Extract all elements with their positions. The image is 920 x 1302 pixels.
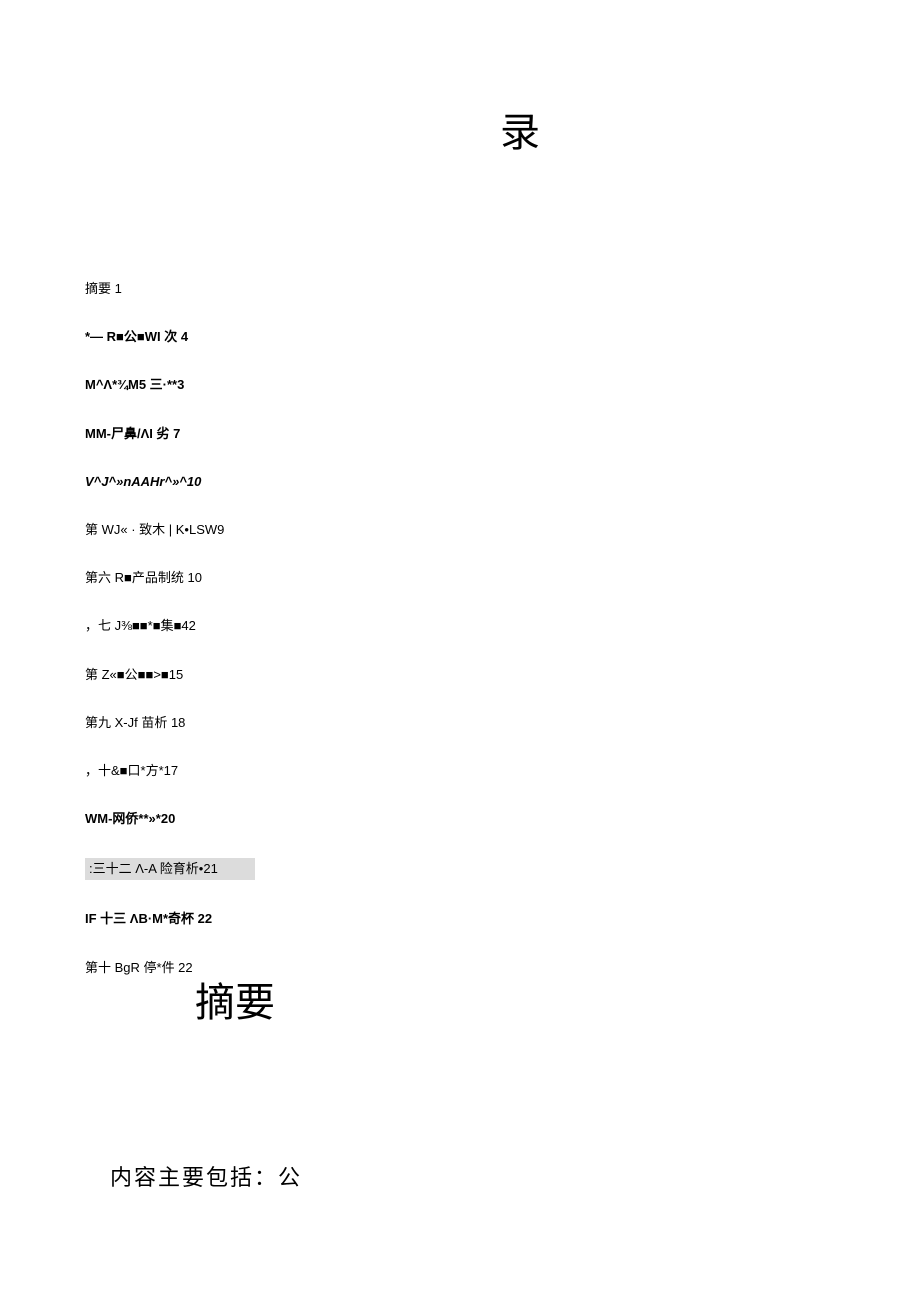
toc-item-highlighted: :三十二 Λ-A 险育析•21 xyxy=(85,858,255,880)
body-paragraph: 内容主要包括：公 xyxy=(110,1160,302,1192)
toc-item: IF 十三 ΛB·M*奇杯 22 xyxy=(85,910,835,928)
toc-item: 第 WJ« · 致木 | K•LSW9 xyxy=(85,521,835,539)
section-heading: 摘要 xyxy=(195,970,275,1028)
toc-item: 第 Z«■公■■>■15 xyxy=(85,666,835,684)
toc-item: 第九 X-Jf 苗析 18 xyxy=(85,714,835,732)
toc-item: V^J^»nAAHr^»^10 xyxy=(85,473,835,491)
table-of-contents: 摘要 1 *— R■公■WI 次 4 M^Λ*¾M5 三·**3 MM-尸鼻/Λ… xyxy=(85,280,835,1007)
toc-item: M^Λ*¾M5 三·**3 xyxy=(85,376,835,394)
toc-item: ，十&■口*方*17 xyxy=(85,762,835,780)
toc-item: ，七 J⅜■■*■集■42 xyxy=(85,617,835,635)
toc-item: WM-网侨**»*20 xyxy=(85,810,835,828)
toc-item: 摘要 1 xyxy=(85,280,835,298)
toc-item: *— R■公■WI 次 4 xyxy=(85,328,835,346)
toc-item: MM-尸鼻/ΛI 劣 7 xyxy=(85,425,835,443)
page-title: 录 xyxy=(500,100,540,158)
toc-item: 第六 R■产品制统 10 xyxy=(85,569,835,587)
